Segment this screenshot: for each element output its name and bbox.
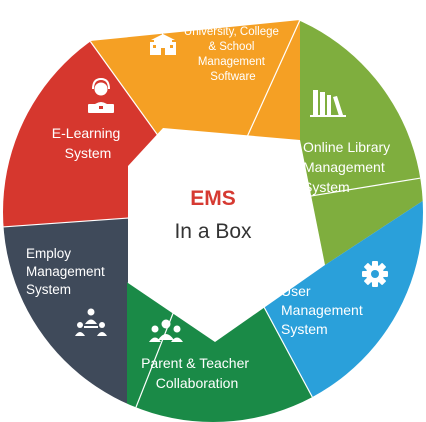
center-title: EMS: [190, 187, 236, 210]
gear-icon: [362, 261, 388, 287]
center-subtitle: In a Box: [174, 220, 252, 243]
ems-wheel: EMS In a Box University, College & Schoo…: [3, 19, 423, 422]
ems-diagram: EMS In a Box University, College & Schoo…: [0, 0, 426, 422]
